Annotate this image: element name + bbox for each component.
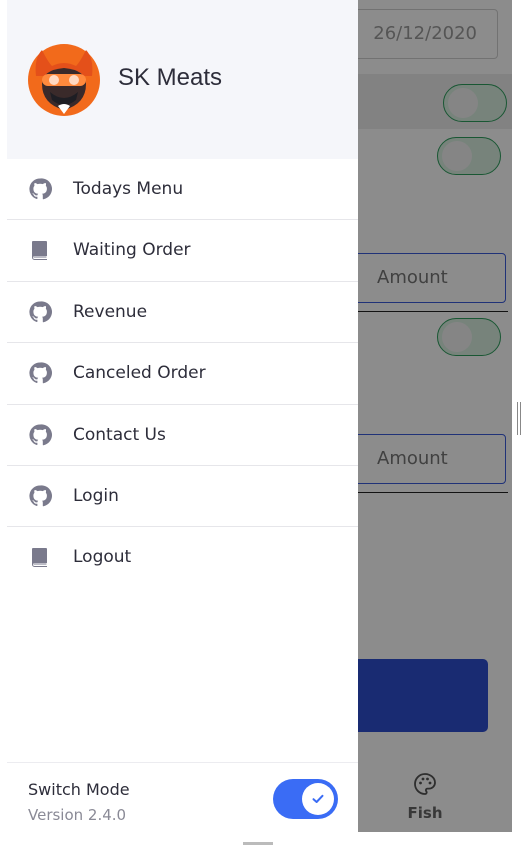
github-icon (28, 361, 52, 385)
menu-item-label: Logout (73, 547, 132, 568)
menu-item-label: Canceled Order (73, 363, 206, 384)
menu-item-label: Contact Us (73, 424, 166, 445)
github-icon (28, 300, 52, 324)
switch-mode-label: Switch Mode (28, 780, 130, 799)
menu-item-login[interactable]: Login (7, 466, 358, 528)
side-drawer: SK Meats Todays Menu Waiting Order Reven… (7, 0, 358, 832)
book-icon (28, 238, 52, 262)
menu-item-todays-menu[interactable]: Todays Menu (7, 159, 358, 221)
menu-item-label: Waiting Order (73, 240, 191, 261)
toggle-knob (302, 783, 334, 815)
app-viewport: 26/12/2020 Amount Amount Fish SK Meats T… (0, 0, 531, 845)
menu-item-contact-us[interactable]: Contact Us (7, 405, 358, 466)
menu-item-label: Todays Menu (73, 179, 184, 199)
menu-item-logout[interactable]: Logout (7, 527, 358, 588)
drawer-footer: Switch Mode Version 2.4.0 (7, 762, 358, 832)
book-icon (28, 545, 52, 569)
menu-item-canceled-order[interactable]: Canceled Order (7, 343, 358, 405)
github-icon (28, 423, 52, 447)
drawer-header: SK Meats (7, 0, 358, 159)
dark-mode-toggle[interactable] (273, 779, 338, 819)
github-icon (28, 177, 52, 201)
scroll-handle[interactable] (517, 402, 521, 435)
brand-name: SK Meats (118, 64, 223, 91)
menu-item-waiting-order[interactable]: Waiting Order (7, 220, 358, 282)
brand-avatar (28, 44, 100, 116)
github-icon (28, 484, 52, 508)
menu-item-label: Login (73, 485, 119, 506)
menu-item-revenue[interactable]: Revenue (7, 282, 358, 344)
version-text: Version 2.4.0 (28, 806, 127, 824)
drawer-menu: Todays Menu Waiting Order Revenue Cancel… (7, 159, 358, 589)
check-icon (312, 794, 324, 803)
menu-item-label: Revenue (73, 301, 148, 322)
